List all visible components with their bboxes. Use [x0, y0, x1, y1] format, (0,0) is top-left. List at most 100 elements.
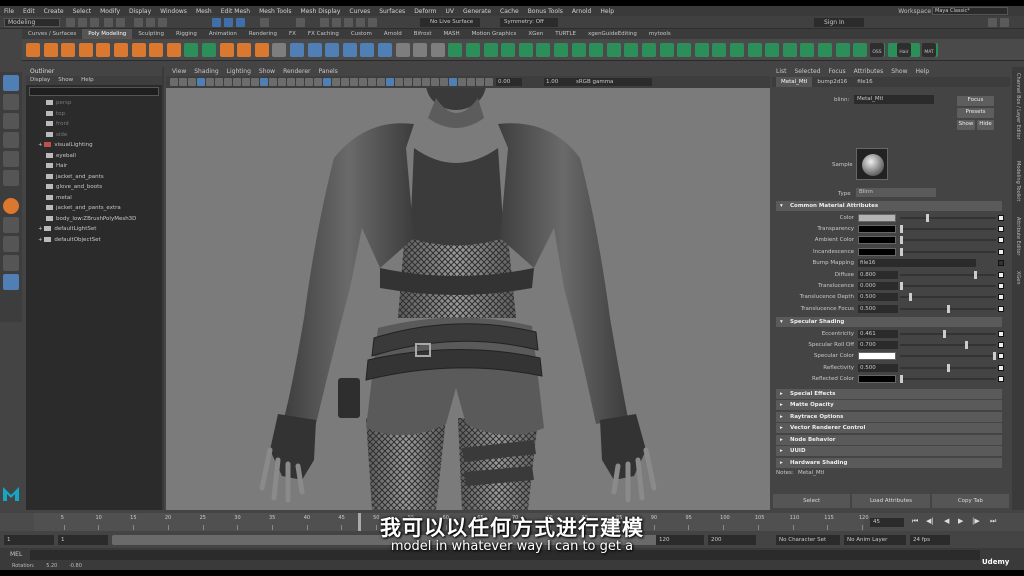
- menu-generate[interactable]: Generate: [463, 8, 491, 15]
- hide-button[interactable]: Hide: [977, 120, 994, 130]
- viewport-option-icon[interactable]: [188, 78, 196, 86]
- shelf-tool-icon[interactable]: [536, 43, 551, 57]
- viewport-option-icon[interactable]: [206, 78, 214, 86]
- slider-handle[interactable]: [993, 352, 996, 361]
- shelf-tool-icon[interactable]: [694, 43, 709, 57]
- move-tool-icon[interactable]: [3, 132, 19, 148]
- menu-windows[interactable]: Windows: [160, 8, 187, 15]
- shelf-tool-icon[interactable]: [712, 43, 727, 57]
- shelf-tool-icon[interactable]: [624, 43, 639, 57]
- viewport-option-icon[interactable]: [323, 78, 331, 86]
- new-scene-icon[interactable]: [66, 18, 75, 27]
- scale-tool-icon[interactable]: [3, 170, 19, 186]
- map-button-icon[interactable]: [998, 294, 1004, 301]
- shelf-tool-icon[interactable]: [518, 43, 533, 57]
- viewport-option-icon[interactable]: [170, 78, 178, 86]
- shelf-tool-icon[interactable]: [501, 43, 516, 57]
- shelf-tool-icon[interactable]: [571, 43, 586, 57]
- node-tab-bump2d16[interactable]: bump2d16: [812, 77, 852, 87]
- slider-handle[interactable]: [900, 224, 903, 233]
- map-button-icon[interactable]: [998, 248, 1004, 255]
- slider-handle[interactable]: [965, 341, 969, 349]
- slider-handle[interactable]: [946, 363, 950, 372]
- shelf-tab-rigging[interactable]: Rigging: [170, 29, 203, 39]
- viewport-option-icon[interactable]: [368, 78, 376, 86]
- hypershade-icon[interactable]: [356, 18, 365, 27]
- attribute-slider[interactable]: [900, 224, 996, 233]
- map-button-icon[interactable]: [998, 237, 1004, 244]
- viewport-option-icon[interactable]: [269, 78, 277, 86]
- attribute-slider[interactable]: [900, 352, 996, 361]
- shelf-tool-icon[interactable]: [131, 43, 146, 57]
- undo-icon[interactable]: [104, 18, 113, 27]
- select-button[interactable]: Select: [773, 494, 851, 508]
- menu-help[interactable]: Help: [600, 8, 614, 15]
- map-button-icon[interactable]: [998, 214, 1004, 221]
- menu-curves[interactable]: Curves: [349, 8, 370, 15]
- viewport-option-icon[interactable]: [404, 78, 412, 86]
- map-button-icon[interactable]: [998, 271, 1004, 278]
- redo-icon[interactable]: [116, 18, 125, 27]
- snap-curve-icon[interactable]: [224, 18, 233, 27]
- viewport-option-icon[interactable]: [458, 78, 466, 86]
- viewport-menu-panels[interactable]: Panels: [318, 68, 337, 75]
- shelf-tool-icon[interactable]: [730, 43, 744, 57]
- section-header[interactable]: Node Behavior: [776, 434, 1002, 445]
- viewport-option-icon[interactable]: [242, 78, 250, 86]
- shelf-tool-icon[interactable]: [413, 43, 428, 57]
- outliner-item[interactable]: persp: [26, 98, 162, 109]
- menu-set-select[interactable]: Modeling: [4, 18, 60, 27]
- workspace-select[interactable]: Maya Classic*: [932, 7, 1008, 15]
- attribute-slider[interactable]: [900, 281, 996, 290]
- attribute-value-field[interactable]: 0.461: [858, 329, 898, 338]
- shelf-tool-icon[interactable]: [554, 43, 568, 57]
- map-button-icon[interactable]: [998, 353, 1004, 360]
- viewport-menu-renderer[interactable]: Renderer: [283, 68, 310, 75]
- outliner-menu-show[interactable]: Show: [58, 77, 73, 83]
- viewport-option-icon[interactable]: [449, 78, 457, 86]
- viewport-option-icon[interactable]: [305, 78, 313, 86]
- shelf-tool-icon[interactable]: [78, 43, 93, 57]
- sign-in-button[interactable]: Sign In: [814, 18, 864, 27]
- shelf-tab-sculpting[interactable]: Sculpting: [132, 29, 170, 39]
- viewport-option-icon[interactable]: [251, 78, 259, 86]
- snap-point-icon[interactable]: [236, 18, 245, 27]
- ipr-render-icon[interactable]: [332, 18, 341, 27]
- render-icon[interactable]: [320, 18, 329, 27]
- outliner-menu-help[interactable]: Help: [81, 77, 94, 83]
- snap-grid-icon[interactable]: [212, 18, 221, 27]
- viewport-option-icon[interactable]: [233, 78, 241, 86]
- save-scene-icon[interactable]: [90, 18, 99, 27]
- outliner-item[interactable]: metal: [26, 193, 162, 204]
- side-tab-modeling-toolkit[interactable]: Modeling Toolkit: [1015, 161, 1021, 201]
- shelf-tool-icon[interactable]: [606, 43, 621, 57]
- shelf-tab-mytools[interactable]: mytools: [643, 29, 677, 39]
- shelf-tool-icon[interactable]: [430, 43, 445, 57]
- select-tool-icon[interactable]: [3, 75, 19, 91]
- material-type-select[interactable]: Blinn: [856, 188, 936, 197]
- side-tab-channel-box-layer-editor[interactable]: Channel Box / Layer Editor: [1015, 73, 1021, 140]
- attribute-menu-help[interactable]: Help: [915, 68, 929, 75]
- map-button-icon[interactable]: [998, 376, 1004, 383]
- construction-history-icon[interactable]: [296, 18, 305, 27]
- attribute-value-field[interactable]: 0.500: [858, 363, 898, 372]
- menu-modify[interactable]: Modify: [100, 8, 120, 15]
- shelf-tool-icon[interactable]: [290, 43, 304, 57]
- slider-handle[interactable]: [900, 281, 903, 290]
- outliner-item[interactable]: Hair: [26, 161, 162, 172]
- map-button-icon[interactable]: [998, 330, 1004, 337]
- node-name-field[interactable]: Metal_Mtl: [854, 95, 934, 104]
- lasso-tool-icon[interactable]: [3, 94, 19, 110]
- load-attributes-button[interactable]: Load Attributes: [852, 494, 930, 508]
- section-header[interactable]: Specular Shading: [776, 317, 1002, 328]
- shelf-tool-icon[interactable]: [378, 43, 392, 57]
- slider-handle[interactable]: [974, 270, 978, 279]
- shelf-tool-icon[interactable]: [43, 43, 58, 57]
- attribute-value-field[interactable]: 0.500: [858, 304, 898, 313]
- section-header[interactable]: Hardware Shading: [776, 457, 1002, 468]
- attribute-value-field[interactable]: 0.800: [858, 270, 898, 279]
- outliner-item[interactable]: + visualLighting: [26, 140, 162, 151]
- shelf-tool-icon[interactable]: [360, 43, 375, 57]
- map-button-icon[interactable]: [998, 282, 1004, 289]
- shelf-tool-icon[interactable]: [96, 43, 111, 57]
